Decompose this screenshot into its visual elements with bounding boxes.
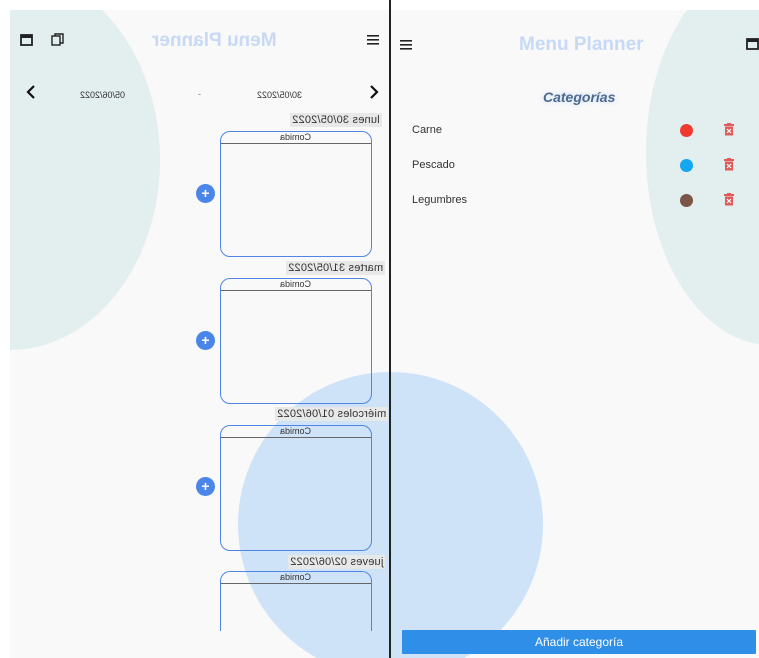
category-color-dot[interactable] [680,159,693,172]
bg-circle-teal [10,10,160,350]
date-separator: - [198,89,201,99]
week-end-date: 05/06/2022 [80,90,125,100]
day-label-text: jueves 02/06/2022 [290,556,384,568]
meal-card[interactable]: Comida [220,131,372,257]
meal-card-header: Comida [221,132,371,144]
day-label: jueves 02/06/2022 [288,555,386,569]
category-name: Legumbres [412,194,468,206]
right-panel: Menu Planner Categorías Carne Pescado Le… [391,10,759,658]
add-meal-button[interactable]: + [196,477,215,496]
add-symbol: + [201,185,210,201]
add-meal-button[interactable]: + [196,184,215,203]
menu-icon[interactable] [399,37,413,51]
app-title-text: Menu Planner [519,34,644,55]
category-row[interactable]: Pescado [391,155,759,179]
meal-card-header: Comida [221,426,371,438]
app-title: Menu Planner [519,34,644,56]
delete-icon[interactable] [724,193,734,206]
category-row[interactable]: Legumbres [391,190,759,214]
week-end-date-text: 05/06/2022 [80,90,126,100]
meal-card[interactable]: Comida [220,571,372,631]
section-title: Categorías [543,89,615,105]
app-title-text: Menu Planner [152,30,277,51]
add-symbol: + [201,478,210,494]
day-label-text: miércoles 01/06/2022 [277,408,387,420]
day-label-text: lunes 30/05/2022 [292,114,380,126]
add-symbol: + [201,332,210,348]
app-title: Menu Planner [152,30,277,52]
delete-icon[interactable] [724,158,734,171]
day-label: lunes 30/05/2022 [290,113,382,127]
copy-icon[interactable] [50,32,64,46]
meal-name: Comida [280,279,312,289]
add-category-label: Añadir categoría [534,635,624,649]
meal-name: Comida [280,132,312,142]
week-start-date-text: 30/05/2022 [257,90,303,100]
category-row[interactable]: Carne [391,120,759,144]
chevron-left-icon[interactable] [24,84,38,100]
category-color-dot[interactable] [680,194,693,207]
menu-icon[interactable] [366,32,380,46]
category-name: Pescado [412,159,455,171]
date-separator-text: - [198,89,201,99]
calendar-icon[interactable] [19,32,33,46]
calendar-icon[interactable] [745,36,759,50]
meal-card[interactable]: Comida [220,425,372,551]
day-label: martes 31/05/2022 [286,261,386,275]
chevron-right-icon[interactable] [367,84,381,100]
left-panel: Menu Planner 05/06/2022 - 30/05/2022 lun… [10,10,389,658]
day-label: miércoles 01/06/2022 [275,407,389,421]
screen: Menu Planner 05/06/2022 - 30/05/2022 lun… [0,0,759,658]
add-category-button[interactable]: Añadir categoría [402,630,756,654]
meal-card[interactable]: Comida [220,278,372,404]
delete-icon[interactable] [724,123,734,136]
meal-card-header: Comida [221,279,371,291]
meal-card-header: Comida [221,572,371,584]
meal-name: Comida [280,572,312,582]
add-meal-button[interactable]: + [196,331,215,350]
meal-name: Comida [280,426,312,436]
bg-circle-blue [391,372,543,658]
section-title-text: Categorías [543,89,616,105]
day-label-text: martes 31/05/2022 [288,262,384,274]
category-name: Carne [412,124,442,136]
category-color-dot[interactable] [680,124,693,137]
week-start-date: 30/05/2022 [257,90,302,100]
